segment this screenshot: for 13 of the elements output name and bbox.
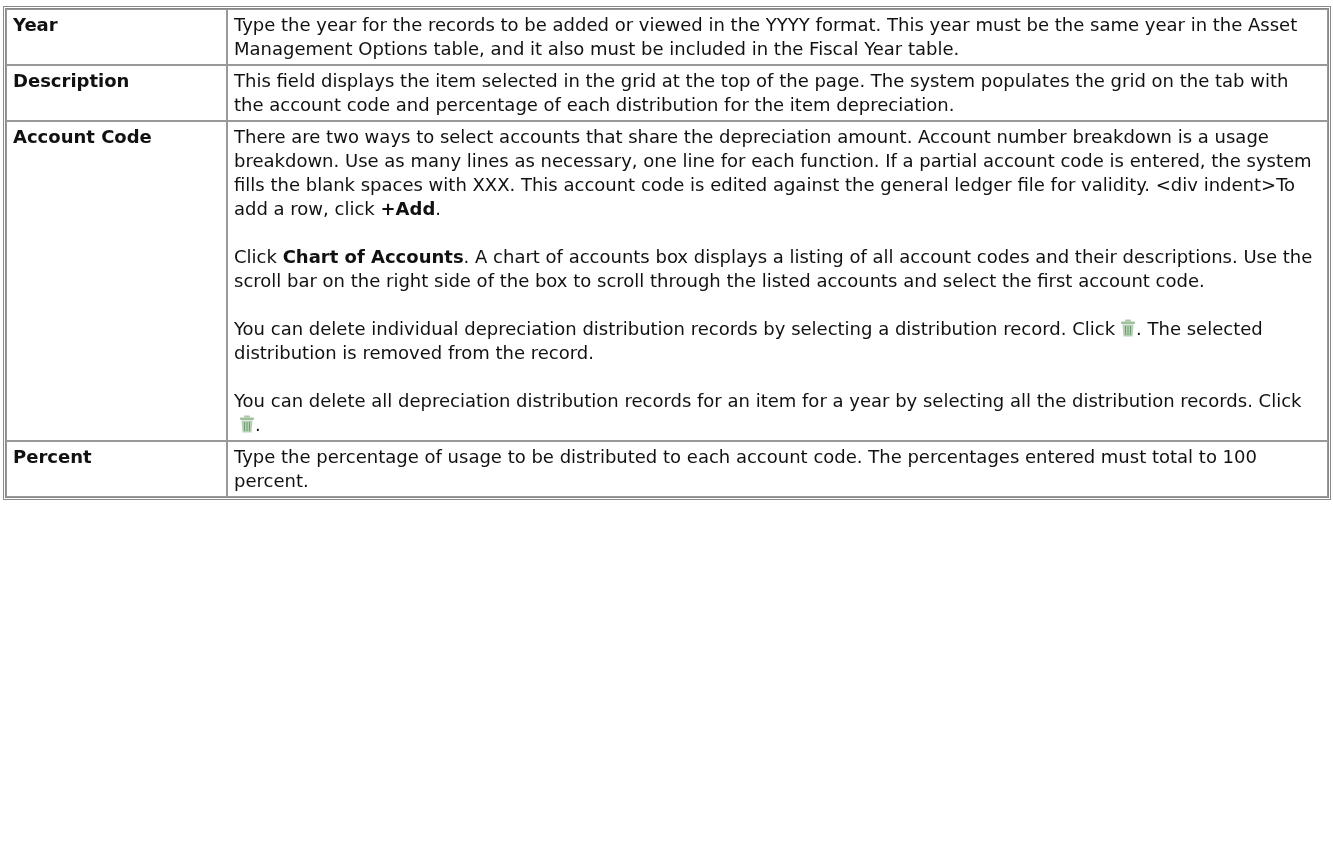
field-name: Account Code [13,126,152,147]
field-name: Percent [13,446,92,467]
description-text: You can delete individual depreciation distribution records by selecting a distribution record. Click . The selected distribution is removed from the record. [234,317,1264,365]
description-text: Type the percentage of usage to be distributed to each account code. The percentages entered must total to 100 percent. [234,445,1258,493]
description-text: This field displays the item selected in the grid at the top of the page. The system populates the grid on the tab with the account code and percentage of each distribution for the item depreciation. [234,69,1290,117]
field-name: Year [13,14,58,35]
description-text: There are two ways to select accounts that share the depreciation amount. Account number breakdown is a usage breakdown. Use as many lines as necessary, one line for each function. If a partial account code is entered, the system fills the blank spaces with XXX. This account code is edited against the general ledger file for validity. <div indent>To add a row, click +Add. [234,125,1313,221]
description-text: Click Chart of Accounts. A chart of accounts box displays a listing of all account codes and their descriptions. Use the scroll bar on the right side of the box to scroll through the listed accounts and select the first account code. [234,245,1314,293]
field-name: Description [13,70,130,91]
trash-icon [239,415,255,433]
description-text: Type the year for the records to be added or viewed in the YYYY format. This year must be the same year in the Asset Management Options table, and it also must be included in the Fiscal Year table. [234,13,1299,61]
trash-icon [1120,319,1137,337]
description-text: You can delete all depreciation distribution records for an item for a year by selecting all the distribution records. Click . [234,389,1303,437]
